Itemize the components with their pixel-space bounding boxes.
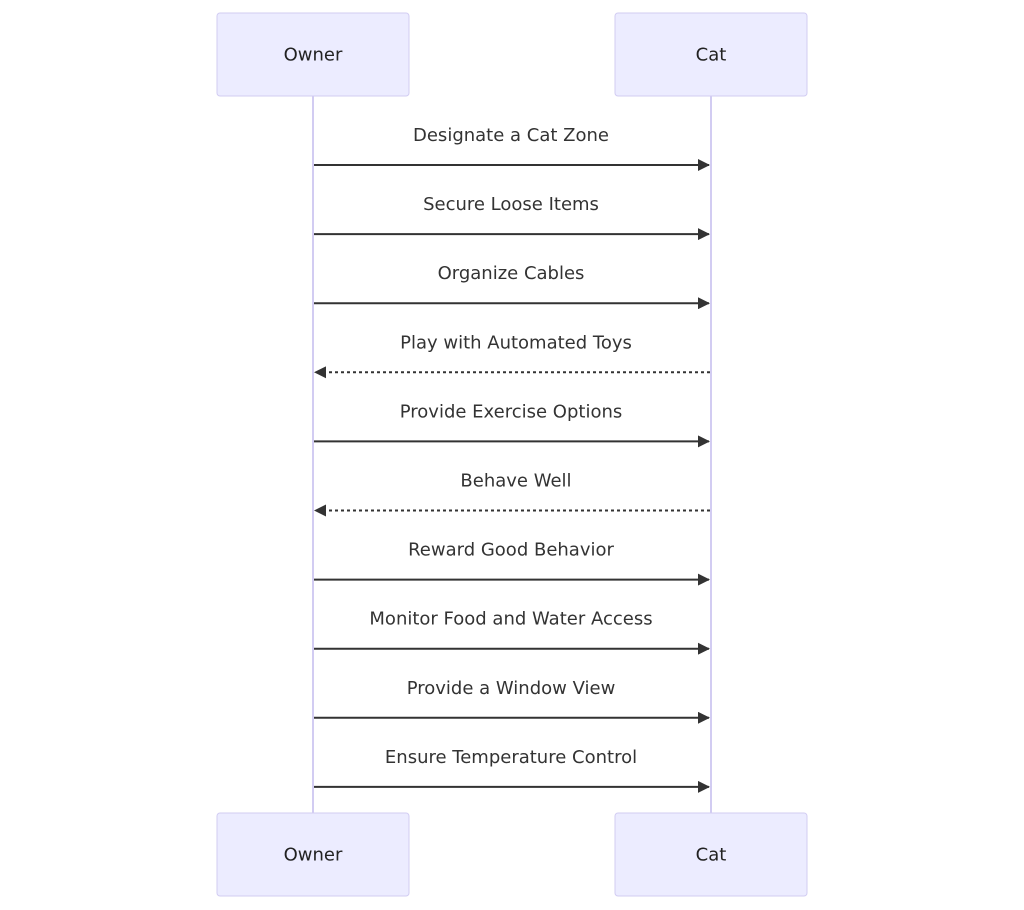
actor-label: Owner [284, 845, 343, 866]
message-label: Play with Automated Toys [400, 332, 632, 353]
message-label: Provide Exercise Options [400, 401, 623, 422]
message: Organize Cables [314, 263, 710, 310]
actor-cat-bottom[interactable]: Cat [614, 812, 808, 897]
message: Provide a Window View [314, 678, 710, 724]
message-label: Provide a Window View [407, 678, 616, 699]
actor-label: Cat [696, 45, 727, 66]
message-label: Organize Cables [438, 263, 585, 284]
message: Monitor Food and Water Access [314, 609, 710, 655]
message-label: Reward Good Behavior [408, 540, 614, 561]
actor-cat-top[interactable]: Cat [614, 12, 808, 97]
message: Secure Loose Items [314, 194, 710, 241]
message-label: Monitor Food and Water Access [369, 609, 652, 630]
message: Behave Well [314, 471, 710, 517]
sequence-diagram: Owner Owner Cat Cat Designate a Cat Zone Sec… [216, 12, 808, 897]
message-label: Ensure Temperature Control [385, 747, 637, 768]
actor-owner-top[interactable]: Owner [216, 12, 410, 97]
actor-owner-bottom[interactable]: Owner [216, 812, 410, 897]
message: Ensure Temperature Control [314, 747, 710, 793]
actor-label: Owner [284, 45, 343, 66]
message: Play with Automated Toys [314, 332, 710, 379]
message: Provide Exercise Options [314, 401, 710, 448]
message: Reward Good Behavior [314, 540, 710, 586]
actor-label: Cat [696, 845, 727, 866]
message: Designate a Cat Zone [314, 125, 710, 171]
message-label: Designate a Cat Zone [413, 125, 609, 146]
message-label: Secure Loose Items [423, 194, 599, 215]
message-label: Behave Well [460, 471, 571, 492]
